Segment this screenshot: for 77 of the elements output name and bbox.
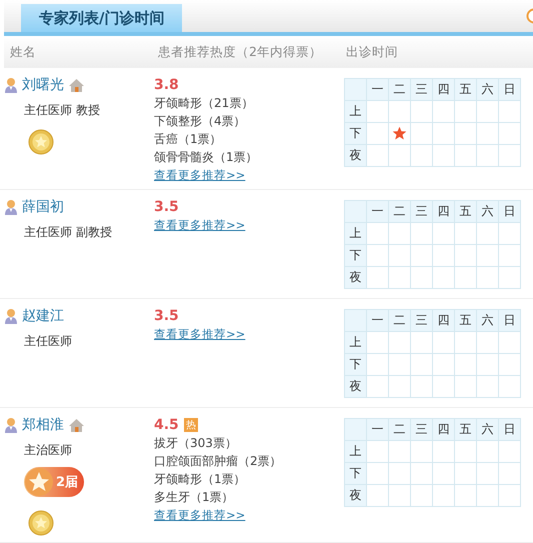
home-icon[interactable]	[68, 418, 85, 432]
day-header: 三	[410, 418, 432, 440]
day-header: 三	[410, 200, 432, 222]
more-recommendations-link[interactable]: 查看更多推荐>>	[154, 218, 246, 233]
recommendation-item: 下颌整形（4票）	[154, 113, 247, 130]
recommendation-item: 舌癌（1票）	[154, 131, 223, 148]
more-recommendations-link[interactable]: 查看更多推荐>>	[154, 508, 246, 523]
doctor-avatar-icon	[4, 308, 18, 324]
day-header: 二	[388, 200, 410, 222]
day-header: 六	[476, 418, 498, 440]
day-header: 五	[454, 418, 476, 440]
period-header: 上	[344, 100, 366, 122]
day-header: 四	[432, 418, 454, 440]
more-recommendations-link[interactable]: 查看更多推荐>>	[154, 327, 246, 342]
rating-score: 3.5	[154, 199, 179, 215]
day-header: 六	[476, 78, 498, 100]
rating-score: 3.5	[154, 308, 179, 324]
doctor-title: 主治医师	[23, 442, 73, 459]
column-header: 姓名	[9, 44, 37, 60]
recommendation-item: 多生牙（1票）	[154, 489, 235, 506]
day-header: 三	[410, 310, 432, 332]
column-header: 患者推荐热度（2年内得票）	[158, 44, 323, 60]
day-header: 一	[366, 310, 388, 332]
period-header: 上	[344, 222, 366, 244]
recommendation-item: 颌骨骨髓炎（1票）	[154, 149, 259, 166]
period-header: 下	[344, 244, 366, 266]
day-header: 日	[498, 310, 520, 332]
period-header: 夜	[344, 266, 366, 288]
recommendation-item: 牙颌畸形（21票）	[154, 95, 254, 112]
day-header: 一	[366, 78, 388, 100]
period-header: 上	[344, 332, 366, 354]
home-icon[interactable]	[68, 78, 85, 92]
award-badge: 2届	[24, 467, 84, 497]
recommendation-item: 牙颌畸形（1票）	[154, 471, 247, 488]
doctor-avatar-icon	[4, 417, 18, 433]
rating-score: 3.8	[154, 77, 179, 93]
period-header: 夜	[344, 484, 366, 506]
day-header: 六	[476, 200, 498, 222]
day-header: 四	[432, 200, 454, 222]
day-header: 四	[432, 310, 454, 332]
period-header: 上	[344, 440, 366, 462]
period-header: 下	[344, 462, 366, 484]
day-header: 一	[366, 418, 388, 440]
doctor-name-link[interactable]: 刘曙光	[22, 76, 64, 94]
day-header: 日	[498, 78, 520, 100]
column-header: 出诊时间	[346, 44, 398, 60]
period-header: 下	[344, 354, 366, 376]
day-header: 五	[454, 78, 476, 100]
period-header: 夜	[344, 376, 366, 398]
star-icon	[392, 126, 407, 141]
day-header: 二	[388, 78, 410, 100]
day-header: 日	[498, 200, 520, 222]
section-tab[interactable]: 专家列表/门诊时间	[21, 4, 182, 32]
hot-badge: 热	[184, 418, 198, 432]
period-header: 夜	[344, 144, 366, 166]
day-header: 日	[498, 418, 520, 440]
doctor-name-link[interactable]: 赵建江	[22, 307, 64, 325]
more-recommendations-link[interactable]: 查看更多推荐>>	[154, 168, 246, 183]
recommendation-item: 拔牙（303票）	[154, 435, 238, 452]
day-header: 一	[366, 200, 388, 222]
rating-score: 4.5	[154, 417, 179, 433]
doctor-title: 主任医师 副教授	[23, 224, 113, 241]
day-header: 六	[476, 310, 498, 332]
doctor-name-link[interactable]: 薛国初	[22, 198, 64, 216]
doctor-title: 主任医师 教授	[23, 102, 101, 119]
period-header: 下	[344, 122, 366, 144]
day-header: 二	[388, 418, 410, 440]
day-header: 三	[410, 78, 432, 100]
day-header: 二	[388, 310, 410, 332]
day-header: 五	[454, 200, 476, 222]
doctor-avatar-icon	[4, 77, 18, 93]
day-header: 四	[432, 78, 454, 100]
doctor-name-link[interactable]: 郑相淮	[22, 416, 64, 434]
doctor-avatar-icon	[4, 199, 18, 215]
day-header: 五	[454, 310, 476, 332]
doctor-title: 主任医师	[23, 333, 73, 350]
recommendation-item: 口腔颌面部肿瘤（2票）	[154, 453, 283, 470]
